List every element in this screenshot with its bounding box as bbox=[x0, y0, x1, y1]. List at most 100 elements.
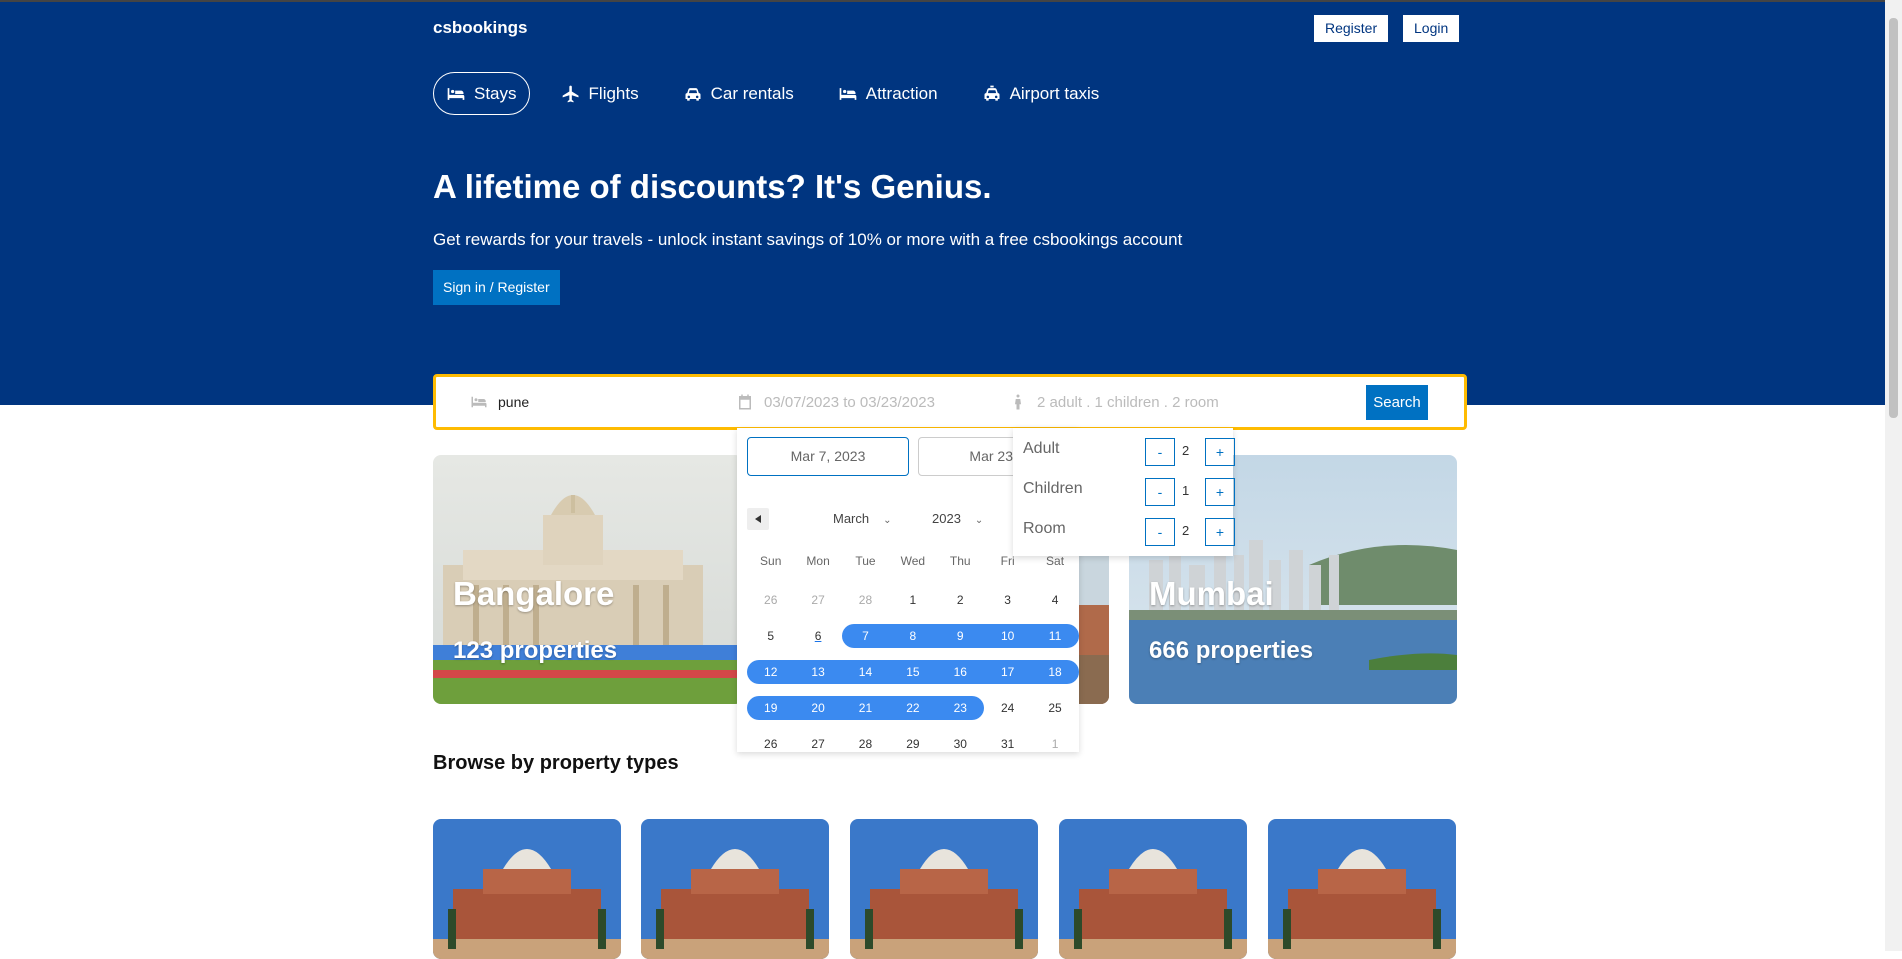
children-count: 1 bbox=[1182, 483, 1190, 498]
login-button[interactable]: Login bbox=[1403, 15, 1460, 42]
previous-month-button[interactable] bbox=[747, 508, 769, 530]
main-nav: Stays Flights Car rentals Attraction Air… bbox=[433, 72, 1112, 115]
weekday-label: Sat bbox=[1046, 554, 1065, 568]
calendar-day[interactable]: 12 bbox=[747, 660, 795, 684]
room-count: 2 bbox=[1182, 523, 1190, 538]
nav-item-car-rentals[interactable]: Car rentals bbox=[670, 72, 807, 115]
property-photo bbox=[1268, 819, 1456, 959]
calendar-day[interactable]: 19 bbox=[747, 696, 795, 720]
date-range-placeholder: 03/07/2023 to 03/23/2023 bbox=[764, 393, 935, 411]
city-card-bangalore[interactable]: Bangalore 123 properties bbox=[433, 455, 743, 704]
property-type-card[interactable] bbox=[1268, 819, 1456, 959]
year-select[interactable]: 2023 ⌄ bbox=[932, 511, 983, 526]
calendar-day[interactable]: 11 bbox=[1031, 624, 1079, 648]
property-type-card[interactable] bbox=[1059, 819, 1247, 959]
option-label: Children bbox=[1023, 480, 1083, 497]
calendar-day[interactable]: 23 bbox=[936, 696, 984, 720]
city-name: Bangalore bbox=[453, 575, 615, 612]
register-button[interactable]: Register bbox=[1314, 15, 1389, 42]
calendar-day[interactable]: 9 bbox=[936, 624, 984, 648]
guests-field[interactable]: 2 adult . 1 children . 2 room bbox=[1009, 377, 1219, 427]
month-value: March bbox=[833, 511, 870, 526]
option-adult: Adult - 2 + bbox=[1023, 438, 1235, 466]
nav-item-stays[interactable]: Stays bbox=[433, 72, 530, 115]
chevron-down-icon: ⌄ bbox=[974, 515, 984, 526]
sign-in-register-button[interactable]: Sign in / Register bbox=[433, 270, 560, 305]
destination-field[interactable]: pune bbox=[470, 377, 529, 427]
calendar-day[interactable]: 27 bbox=[794, 588, 841, 612]
car-icon bbox=[685, 87, 701, 101]
adult-decrement-button[interactable]: - bbox=[1145, 438, 1175, 466]
option-children: Children - 1 + bbox=[1023, 478, 1235, 506]
property-type-card[interactable] bbox=[433, 819, 621, 959]
brand-logo[interactable]: csbookings bbox=[433, 18, 527, 38]
calendar-day[interactable]: 15 bbox=[889, 660, 937, 684]
nav-label: Attraction bbox=[865, 83, 938, 103]
calendar-day[interactable]: 29 bbox=[889, 732, 936, 756]
calendar-day[interactable]: 13 bbox=[794, 660, 842, 684]
hero-headline: A lifetime of discounts? It's Genius. bbox=[433, 168, 992, 205]
calendar-day[interactable]: 8 bbox=[889, 624, 937, 648]
calendar-day[interactable]: 28 bbox=[842, 588, 889, 612]
adult-increment-button[interactable]: + bbox=[1205, 438, 1235, 466]
calendar-day[interactable]: 7 bbox=[841, 624, 890, 648]
calendar-day[interactable]: 14 bbox=[841, 660, 890, 684]
calendar-day[interactable]: 27 bbox=[794, 732, 841, 756]
property-photo bbox=[850, 819, 1038, 959]
bed-icon bbox=[471, 396, 487, 408]
calendar-day[interactable]: 22 bbox=[889, 696, 937, 720]
chevron-down-icon: ⌄ bbox=[883, 515, 892, 526]
nav-item-airport-taxis[interactable]: Airport taxis bbox=[969, 72, 1113, 115]
children-decrement-button[interactable]: - bbox=[1145, 478, 1175, 506]
weekday-label: Thu bbox=[949, 554, 971, 568]
calendar-day[interactable]: 26 bbox=[747, 732, 794, 756]
property-type-card[interactable] bbox=[641, 819, 829, 959]
weekday-label: Tue bbox=[855, 554, 876, 568]
destination-value: pune bbox=[498, 394, 530, 410]
start-date-input[interactable]: Mar 7, 2023 bbox=[747, 437, 909, 476]
scrollbar-thumb[interactable] bbox=[1889, 18, 1898, 418]
room-increment-button[interactable]: + bbox=[1205, 518, 1235, 546]
calendar-day[interactable]: 2 bbox=[937, 588, 984, 612]
calendar-day[interactable]: 28 bbox=[842, 732, 889, 756]
calendar-day[interactable]: 4 bbox=[1031, 588, 1078, 612]
property-photo bbox=[1059, 819, 1247, 959]
calendar-days: 26 27 28 1 2 3 4 5 6 7 8 9 10 11 12 13 14 15 16 17 18 19 20 21 2… bbox=[747, 582, 1079, 762]
weekday-label: Mon bbox=[806, 554, 830, 568]
property-type-card[interactable] bbox=[850, 819, 1038, 959]
calendar-day[interactable]: 16 bbox=[936, 660, 984, 684]
calendar-day[interactable]: 17 bbox=[983, 660, 1032, 684]
date-range-field[interactable]: 03/07/2023 to 03/23/2023 bbox=[736, 377, 935, 427]
weekday-label: Fri bbox=[1000, 554, 1015, 568]
nav-label: Stays bbox=[474, 83, 517, 103]
calendar-day[interactable]: 10 bbox=[983, 624, 1032, 648]
calendar-day[interactable]: 26 bbox=[747, 588, 794, 612]
calendar-day[interactable]: 31 bbox=[984, 732, 1031, 756]
option-label: Adult bbox=[1023, 440, 1060, 457]
calendar-day[interactable]: 1 bbox=[1031, 732, 1078, 756]
bed-icon bbox=[839, 87, 857, 100]
calendar-day[interactable]: 1 bbox=[889, 588, 936, 612]
nav-item-attraction[interactable]: Attraction bbox=[825, 72, 951, 115]
plane-icon bbox=[562, 85, 579, 102]
nav-label: Car rentals bbox=[710, 83, 794, 103]
calendar-day[interactable]: 5 bbox=[747, 624, 794, 648]
calendar-day[interactable]: 30 bbox=[937, 732, 984, 756]
children-increment-button[interactable]: + bbox=[1205, 478, 1235, 506]
nav-item-flights[interactable]: Flights bbox=[548, 72, 652, 115]
nav-label: Flights bbox=[588, 83, 639, 103]
calendar-day[interactable]: 3 bbox=[984, 588, 1031, 612]
calendar-day[interactable]: 24 bbox=[984, 696, 1031, 720]
calendar-day[interactable]: 20 bbox=[794, 696, 842, 720]
calendar-day[interactable]: 21 bbox=[841, 696, 890, 720]
month-select[interactable]: March ⌄ bbox=[833, 511, 892, 526]
calendar-day[interactable]: 6 bbox=[794, 624, 841, 648]
city-properties: 666 properties bbox=[1149, 637, 1314, 664]
calendar-day[interactable]: 25 bbox=[1031, 696, 1078, 720]
calendar-day[interactable]: 18 bbox=[1031, 660, 1079, 684]
property-photo bbox=[433, 819, 621, 959]
scrollbar[interactable] bbox=[1885, 0, 1902, 951]
room-decrement-button[interactable]: - bbox=[1145, 518, 1175, 546]
search-button[interactable]: Search bbox=[1366, 385, 1428, 420]
weekday-label: Sun bbox=[760, 554, 782, 568]
